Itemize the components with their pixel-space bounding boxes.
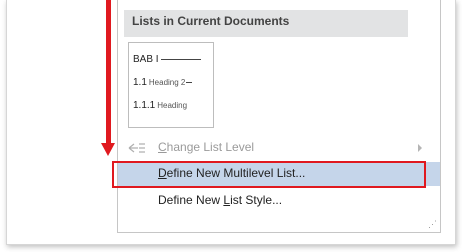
thumbnail-level-1: BAB I xyxy=(133,54,201,65)
level-2-line xyxy=(186,81,193,83)
annotation-arrow xyxy=(106,0,111,144)
word-window-frame: Lists in Current Documents BAB I 1.1 Head… xyxy=(6,0,456,245)
section-header: Lists in Current Documents xyxy=(124,10,408,37)
change-list-level-item[interactable]: Change List Level xyxy=(118,136,440,160)
level-2-number: 1.1 xyxy=(133,77,147,88)
level-3-text: Heading xyxy=(157,101,188,110)
define-new-list-style-label: Define New List Style... xyxy=(158,193,283,207)
submenu-arrow-icon xyxy=(418,144,422,152)
thumbnail-level-2: 1.1 Heading 2 xyxy=(133,77,193,88)
thumbnail-level-3: 1.1.1 Heading xyxy=(133,100,187,111)
annotation-highlight-box xyxy=(112,161,426,188)
level-1-number: BAB I xyxy=(133,54,159,65)
define-new-list-style-item[interactable]: Define New List Style... xyxy=(118,189,440,213)
resize-grip-icon[interactable]: ⋰ xyxy=(428,220,437,229)
list-style-thumbnail[interactable]: BAB I 1.1 Heading 2 1.1.1 Heading xyxy=(128,42,214,128)
change-list-level-label: Change List Level xyxy=(158,140,255,154)
level-2-text: Heading 2 xyxy=(148,78,186,87)
annotation-arrow-head xyxy=(101,143,115,156)
multilevel-list-dropdown: Lists in Current Documents BAB I 1.1 Head… xyxy=(117,0,441,233)
level-1-line xyxy=(160,58,201,60)
section-title: Lists in Current Documents xyxy=(132,14,290,28)
change-list-level-icon xyxy=(128,143,145,153)
level-3-number: 1.1.1 xyxy=(133,100,156,111)
